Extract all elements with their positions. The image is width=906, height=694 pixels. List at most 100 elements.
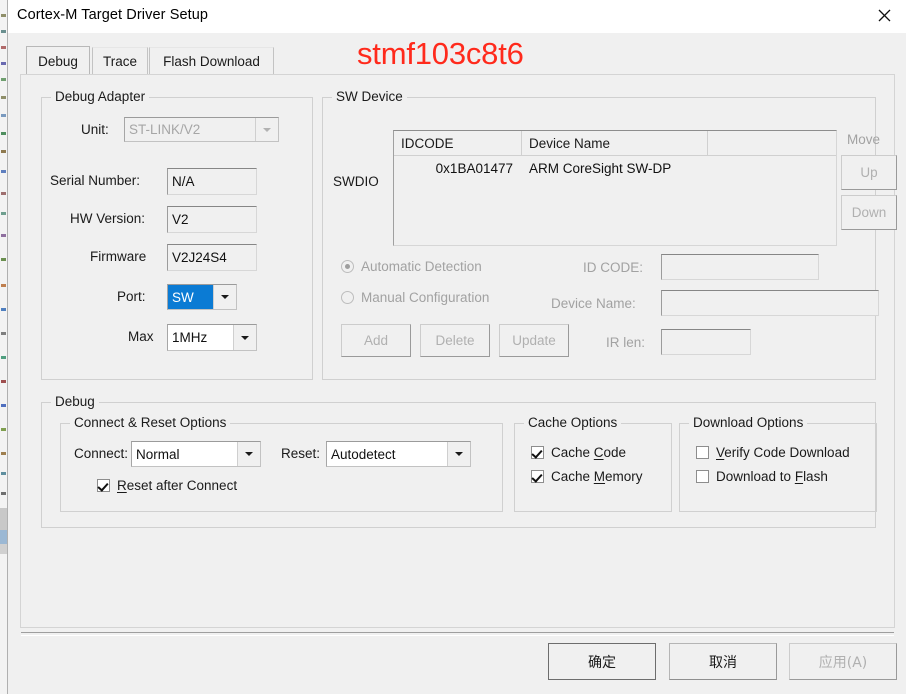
serial-number-field[interactable]: N/A: [167, 168, 257, 195]
sw-device-group: SW Device SWDIO IDCODE Device Name 0x1BA…: [322, 89, 897, 380]
hw-version-value: V2: [172, 212, 189, 227]
column-header-extra[interactable]: [708, 131, 836, 155]
title-bar[interactable]: Cortex-M Target Driver Setup: [8, 0, 906, 33]
chevron-down-icon[interactable]: [233, 325, 256, 350]
tab-trace-label: Trace: [102, 53, 137, 69]
chevron-down-icon: [255, 118, 278, 141]
cell-device-name: ARM CoreSight SW-DP: [529, 160, 672, 176]
cache-code-checkbox[interactable]: Cache Code: [531, 445, 626, 460]
sw-device-table[interactable]: IDCODE Device Name 0x1BA01477 ARM CoreSi…: [393, 130, 837, 246]
download-options-group-label: Download Options: [689, 415, 808, 430]
move-up-button[interactable]: Up: [841, 155, 897, 190]
port-combobox[interactable]: SW: [167, 284, 237, 310]
move-down-button[interactable]: Down: [841, 195, 897, 230]
table-header-row: IDCODE Device Name: [394, 131, 836, 156]
move-down-label: Down: [851, 205, 887, 220]
debug-group: Debug Connect & Reset Options Connect: N…: [41, 394, 877, 528]
checkbox-mark-icon: [696, 446, 709, 459]
serial-number-value: N/A: [172, 174, 195, 189]
swdio-label: SWDIO: [333, 174, 379, 189]
debug-tab-page: Debug Adapter Unit: ST-LINK/V2 Serial Nu…: [20, 74, 897, 628]
max-clock-value: 1MHz: [172, 330, 208, 345]
manual-configuration-radio[interactable]: Manual Configuration: [341, 290, 489, 305]
unit-label: Unit:: [81, 122, 109, 137]
ir-len-label: IR len:: [606, 335, 646, 350]
port-value: SW: [168, 285, 213, 309]
port-label: Port:: [117, 289, 146, 304]
connect-reset-options-group-label: Connect & Reset Options: [70, 415, 231, 430]
cell-idcode: 0x1BA01477: [435, 160, 513, 176]
checkbox-mark-icon: [696, 470, 709, 483]
chevron-down-icon[interactable]: [237, 442, 260, 466]
checkbox-mark-icon: [531, 470, 544, 483]
ok-button[interactable]: 确定: [548, 643, 656, 680]
reset-value: Autodetect: [331, 446, 396, 462]
radio-mark-icon: [341, 291, 354, 304]
reset-after-connect-label: Reset after Connect: [117, 478, 238, 493]
cache-options-group: Cache Options Cache Code Cache Memory: [514, 415, 672, 512]
window-title: Cortex-M Target Driver Setup: [17, 7, 209, 23]
target-driver-setup-dialog: Cortex-M Target Driver Setup stmf103c8t6…: [7, 0, 906, 694]
column-header-idcode[interactable]: IDCODE: [394, 131, 522, 155]
manual-device-name-field[interactable]: [661, 290, 879, 316]
download-options-group: Download Options Verify Code Download Do…: [679, 415, 877, 512]
apply-button[interactable]: 应用(A): [789, 643, 897, 680]
delete-button[interactable]: Delete: [420, 324, 490, 357]
connect-label: Connect:: [74, 446, 129, 461]
update-button-label: Update: [512, 333, 556, 348]
cache-memory-label: Cache Memory: [551, 469, 643, 484]
max-clock-combobox[interactable]: 1MHz: [167, 324, 257, 351]
tab-debug-label: Debug: [38, 53, 78, 69]
verify-code-download-checkbox[interactable]: Verify Code Download: [696, 445, 850, 460]
close-icon: [878, 9, 890, 22]
automatic-detection-radio[interactable]: Automatic Detection: [341, 259, 482, 274]
manual-configuration-label: Manual Configuration: [361, 290, 490, 305]
unit-combobox[interactable]: ST-LINK/V2: [124, 117, 279, 142]
column-header-device-name[interactable]: Device Name: [522, 131, 708, 155]
cache-memory-checkbox[interactable]: Cache Memory: [531, 469, 643, 484]
firmware-label: Firmware: [90, 249, 147, 264]
tab-trace[interactable]: Trace: [92, 47, 148, 74]
hw-version-label: HW Version:: [70, 211, 146, 226]
footer-separator: [21, 632, 894, 636]
reset-combobox[interactable]: Autodetect: [326, 441, 471, 467]
ir-len-field[interactable]: [661, 329, 751, 355]
add-button[interactable]: Add: [341, 324, 411, 357]
reset-label: Reset:: [281, 446, 321, 461]
firmware-field[interactable]: V2J24S4: [167, 244, 257, 271]
chevron-down-icon[interactable]: [447, 442, 470, 466]
ok-button-label: 确定: [588, 654, 616, 671]
background-app-sliver: [0, 0, 7, 694]
apply-button-label: 应用(A): [818, 654, 868, 671]
download-to-flash-checkbox[interactable]: Download to Flash: [696, 469, 828, 484]
cancel-button[interactable]: 取消: [669, 643, 777, 680]
move-label: Move: [847, 132, 881, 147]
delete-button-label: Delete: [435, 333, 475, 348]
connect-combobox[interactable]: Normal: [131, 441, 261, 467]
reset-after-connect-checkbox[interactable]: Reset after Connect: [97, 478, 237, 493]
connect-reset-options-group: Connect & Reset Options Connect: Normal …: [60, 415, 503, 512]
hw-version-field[interactable]: V2: [167, 206, 257, 233]
cache-code-label: Cache Code: [551, 445, 627, 460]
chevron-down-icon[interactable]: [213, 285, 236, 309]
cache-options-group-label: Cache Options: [524, 415, 622, 430]
firmware-value: V2J24S4: [172, 250, 227, 265]
id-code-label: ID CODE:: [583, 260, 644, 275]
move-up-label: Up: [860, 165, 878, 180]
tab-flash-download-label: Flash Download: [163, 53, 260, 69]
close-button[interactable]: [861, 0, 906, 31]
id-code-field[interactable]: [661, 254, 819, 280]
tab-flash-download[interactable]: Flash Download: [149, 47, 274, 74]
update-button[interactable]: Update: [499, 324, 569, 357]
connect-value: Normal: [136, 446, 180, 462]
unit-value: ST-LINK/V2: [129, 122, 201, 137]
table-row[interactable]: 0x1BA01477 ARM CoreSight SW-DP: [394, 156, 836, 180]
debug-adapter-group: Debug Adapter Unit: ST-LINK/V2 Serial Nu…: [41, 89, 313, 380]
max-clock-label: Max: [128, 329, 154, 344]
serial-number-label: Serial Number:: [50, 173, 141, 188]
tab-debug[interactable]: Debug: [26, 46, 90, 75]
radio-mark-icon: [341, 260, 354, 273]
download-to-flash-label: Download to Flash: [716, 469, 828, 484]
debug-group-label: Debug: [51, 394, 99, 409]
add-button-label: Add: [363, 333, 389, 348]
